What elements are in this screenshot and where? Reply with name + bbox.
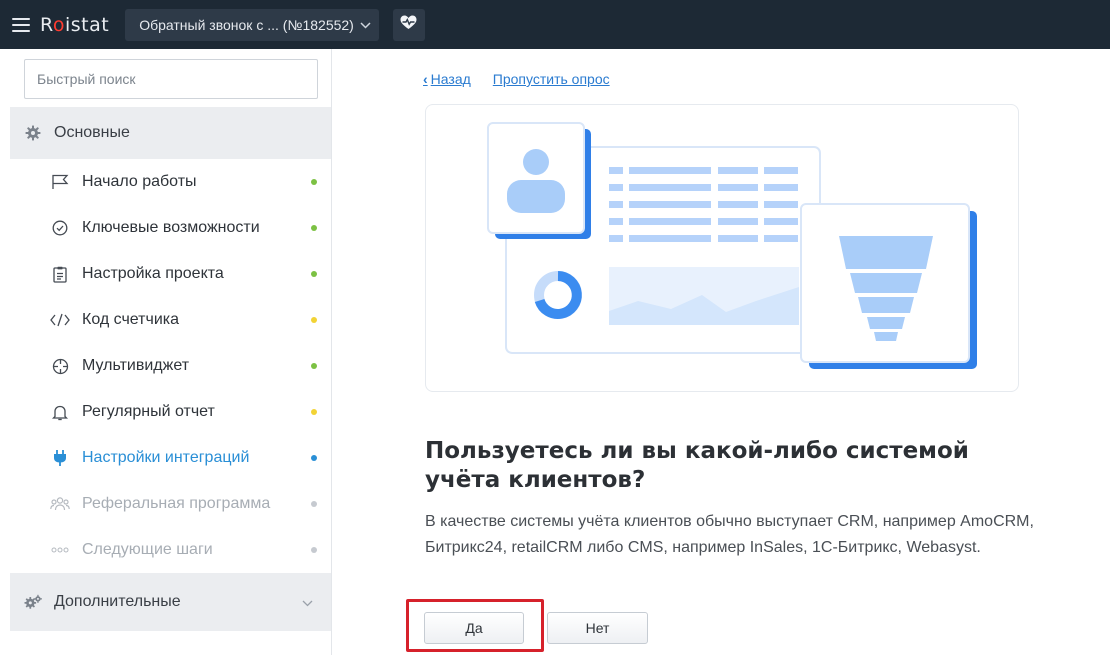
sidebar-item-label: Настройки интеграций <box>82 449 250 466</box>
no-button[interactable]: Нет <box>547 612 648 644</box>
sidebar-item-regular-report[interactable]: Регулярный отчет <box>10 389 331 435</box>
status-dot <box>311 363 317 369</box>
search-container <box>10 49 331 107</box>
survey-question: Пользуетесь ли вы какой-либо системой уч… <box>425 438 969 493</box>
sidebar-item-label: Регулярный отчет <box>82 403 215 420</box>
sidebar-item-project-settings[interactable]: Настройка проекта <box>10 251 331 297</box>
clipboard-icon <box>50 264 70 284</box>
menu-icon[interactable] <box>12 17 30 32</box>
back-link-label: Назад <box>430 71 471 87</box>
sidebar-item-multiwidget[interactable]: Мультивиджет <box>10 343 331 389</box>
gears-icon <box>24 593 42 611</box>
check-circle-icon <box>50 218 70 238</box>
logo[interactable]: Roistat <box>40 14 109 36</box>
group-extra[interactable]: Дополнительные <box>10 573 331 631</box>
sidebar-item-key-features[interactable]: Ключевые возможности <box>10 205 331 251</box>
bell-icon <box>50 402 70 422</box>
sidebar-item-integrations[interactable]: Настройки интеграций <box>10 435 331 481</box>
group-main[interactable]: Основные <box>10 107 331 159</box>
sidebar-item-label: Ключевые возможности <box>82 219 260 236</box>
sidebar-item-label: Реферальная программа <box>82 495 271 512</box>
health-button[interactable] <box>392 8 425 41</box>
sidebar-item-getting-started[interactable]: Начало работы <box>10 159 331 205</box>
sidebar-menu: Начало работы Ключевые возможности Настр… <box>10 159 331 573</box>
sidebar: Основные Начало работы Ключевые возможно… <box>10 49 332 655</box>
top-bar: Roistat Обратный звонок с ... (№182552) <box>0 0 1110 49</box>
quick-search-input[interactable] <box>24 59 318 99</box>
gear-icon <box>24 124 42 142</box>
status-dot <box>311 317 317 323</box>
status-dot <box>311 455 317 461</box>
sidebar-item-label: Код счетчика <box>82 311 180 328</box>
sidebar-item-label: Следующие шаги <box>82 541 213 558</box>
dots-icon <box>50 540 70 560</box>
status-dot <box>311 225 317 231</box>
yes-button[interactable]: Да <box>424 612 524 644</box>
survey-nav: ‹ Назад Пропустить опрос <box>423 71 610 87</box>
code-icon <box>50 310 70 330</box>
crosshair-icon <box>50 356 70 376</box>
sidebar-item-label: Начало работы <box>82 173 197 190</box>
status-dot <box>311 501 317 507</box>
sidebar-item-label: Настройка проекта <box>82 265 224 282</box>
status-dot <box>311 547 317 553</box>
sidebar-item-next-steps[interactable]: Следующие шаги <box>10 527 331 573</box>
survey-description: В качестве системы учёта клиентов обычно… <box>425 513 1034 556</box>
status-dot <box>311 271 317 277</box>
status-dot <box>311 179 317 185</box>
main-content: ‹ Назад Пропустить опрос Пользуетесь ли … <box>333 49 1110 655</box>
sidebar-item-referral[interactable]: Реферальная программа <box>10 481 331 527</box>
group-main-label: Основные <box>54 124 130 141</box>
chevron-down-icon <box>302 594 313 610</box>
plug-icon <box>50 448 70 468</box>
group-extra-label: Дополнительные <box>54 593 181 610</box>
status-dot <box>311 409 317 415</box>
dashboard-illustration <box>425 104 1019 392</box>
users-icon <box>50 494 70 514</box>
flag-icon <box>50 172 70 192</box>
skip-survey-link[interactable]: Пропустить опрос <box>493 71 610 87</box>
project-select[interactable]: Обратный звонок с ... (№182552) <box>125 8 379 41</box>
project-select-label: Обратный звонок с ... (№182552) <box>139 16 354 33</box>
sidebar-item-label: Мультивиджет <box>82 357 190 374</box>
chevron-left-icon: ‹ <box>423 71 428 87</box>
sidebar-item-counter-code[interactable]: Код счетчика <box>10 297 331 343</box>
chevron-down-icon <box>360 18 371 32</box>
back-link[interactable]: ‹ Назад <box>423 71 471 87</box>
heart-pulse-icon <box>400 15 417 35</box>
